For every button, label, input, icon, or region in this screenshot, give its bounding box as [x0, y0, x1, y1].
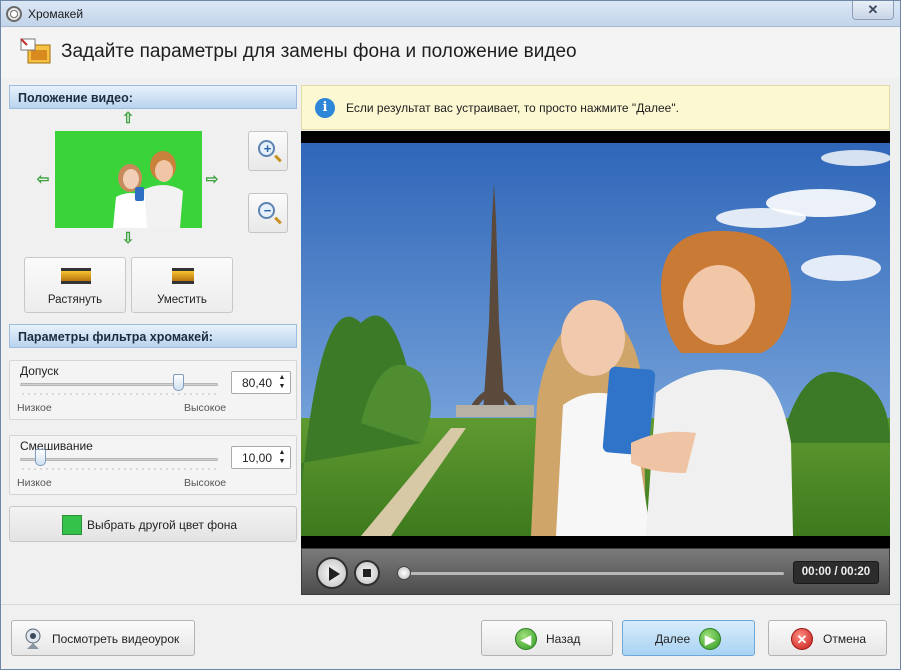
stretch-icon — [61, 268, 91, 284]
composited-video-frame — [301, 143, 890, 536]
player-controls: 00:00 / 00:20 — [301, 548, 890, 595]
stop-button[interactable] — [354, 560, 380, 586]
spin-up-icon[interactable]: ▲ — [277, 449, 287, 457]
blending-slider-thumb[interactable] — [34, 449, 46, 466]
arrow-right-circle-icon: ▶ — [699, 628, 721, 650]
spin-down-icon[interactable]: ▼ — [277, 458, 287, 466]
spin-up-icon[interactable]: ▲ — [277, 374, 287, 382]
info-text: Если результат вас устраивает, то просто… — [346, 101, 679, 115]
blending-value: 10,00 — [241, 451, 272, 465]
blending-high-label: Высокое — [184, 477, 227, 489]
stretch-button[interactable]: Растянуть — [24, 257, 126, 313]
blending-spinbox[interactable]: 10,00 ▲ ▼ — [231, 446, 291, 469]
watch-tutorial-button[interactable]: Посмотреть видеоурок — [11, 620, 195, 656]
blending-label: Смешивание — [20, 439, 93, 453]
arrow-right-icon[interactable]: ⇨ — [204, 172, 220, 188]
tolerance-value: 80,40 — [241, 376, 272, 390]
blending-slider-ticks — [20, 468, 218, 470]
tolerance-control: Допуск Низкое Высокое 80,40 ▲ ▼ — [9, 360, 297, 420]
tolerance-slider-track[interactable] — [20, 383, 218, 386]
tolerance-label: Допуск — [20, 364, 59, 378]
next-label: Далее — [655, 632, 691, 646]
tolerance-high-label: Высокое — [184, 402, 227, 414]
settings-panel: Положение видео: ⇧ ⇦ ⇨ ⇩ + − Растянуть У… — [9, 85, 297, 597]
blending-slider-track[interactable] — [20, 458, 218, 461]
dialog-header: Задайте параметры для замены фона и поло… — [1, 28, 900, 78]
cancel-circle-icon: ✕ — [791, 628, 813, 650]
arrow-down-icon[interactable]: ⇩ — [120, 231, 136, 247]
window-title: Хромакей — [28, 7, 84, 21]
play-button[interactable] — [316, 557, 348, 589]
blending-control: Смешивание Низкое Высокое 10,00 ▲ ▼ — [9, 435, 297, 495]
chromakey-header-icon — [20, 38, 51, 64]
info-bar: i Если результат вас устраивает, то прос… — [301, 85, 890, 130]
preview-people-thumbnail — [55, 131, 202, 228]
position-section-heading: Положение видео: — [9, 85, 297, 109]
video-preview — [301, 131, 890, 548]
next-button[interactable]: Далее ▶ — [622, 620, 755, 656]
back-button[interactable]: ◀ Назад — [481, 620, 613, 656]
page-title: Задайте параметры для замены фона и поло… — [61, 41, 577, 62]
fit-label: Уместить — [157, 294, 207, 306]
choose-background-color-button[interactable]: Выбрать другой цвет фона — [9, 506, 297, 542]
seek-bar[interactable] — [402, 572, 784, 575]
watch-tutorial-label: Посмотреть видеоурок — [52, 632, 180, 646]
tolerance-slider-thumb[interactable] — [173, 374, 185, 391]
blending-low-label: Низкое — [17, 477, 52, 489]
fit-button[interactable]: Уместить — [131, 257, 233, 313]
footer-separator — [1, 604, 900, 605]
seek-thumb[interactable] — [397, 566, 411, 580]
close-button[interactable]: ✕ — [852, 1, 894, 20]
cancel-button[interactable]: ✕ Отмена — [768, 620, 887, 656]
choose-color-label: Выбрать другой цвет фона — [87, 518, 238, 532]
arrow-left-circle-icon: ◀ — [515, 628, 537, 650]
filter-section-heading: Параметры фильтра хромакей: — [9, 324, 297, 348]
fit-icon — [172, 268, 194, 284]
title-bar: Хромакей ✕ — [1, 1, 900, 27]
zoom-in-button[interactable]: + — [248, 131, 288, 171]
arrow-left-icon[interactable]: ⇦ — [35, 172, 51, 188]
spin-down-icon[interactable]: ▼ — [277, 383, 287, 391]
key-color-swatch — [62, 515, 82, 535]
arrow-up-icon[interactable]: ⇧ — [120, 111, 136, 127]
chromakey-window: Хромакей ✕ Задайте параметры для замены … — [0, 0, 901, 670]
zoom-out-button[interactable]: − — [248, 193, 288, 233]
tolerance-low-label: Низкое — [17, 402, 52, 414]
info-icon: i — [315, 98, 335, 118]
back-label: Назад — [546, 632, 581, 646]
stretch-label: Растянуть — [47, 294, 103, 306]
position-preview[interactable] — [55, 131, 202, 228]
tolerance-spinbox[interactable]: 80,40 ▲ ▼ — [231, 371, 291, 394]
webcam-icon — [25, 628, 41, 649]
cancel-label: Отмена — [823, 632, 867, 646]
app-reel-icon — [6, 6, 22, 22]
time-display: 00:00 / 00:20 — [793, 561, 879, 584]
tolerance-slider-ticks — [20, 393, 218, 395]
